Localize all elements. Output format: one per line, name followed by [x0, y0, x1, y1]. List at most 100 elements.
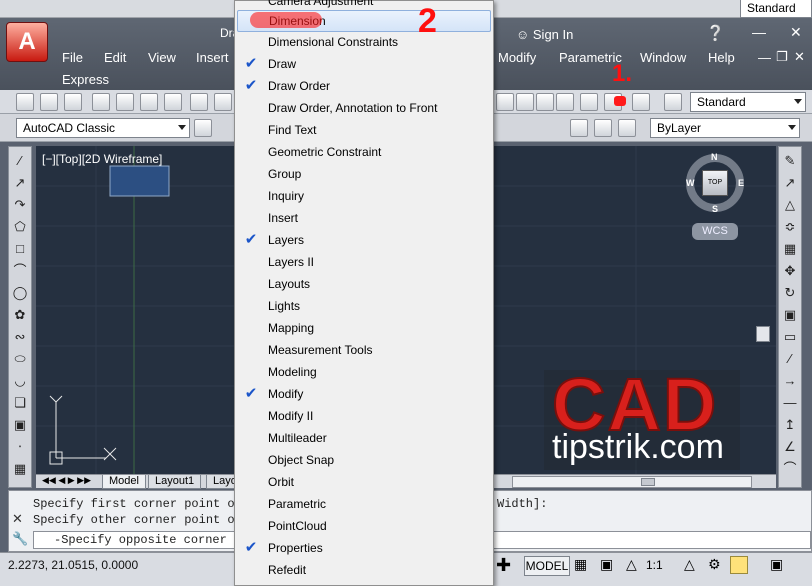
- menu-item-modeling[interactable]: Modeling: [235, 362, 493, 384]
- quick-layout-icon[interactable]: ▣: [600, 556, 613, 573]
- menu-item-multileader[interactable]: Multileader: [235, 428, 493, 450]
- coordinate-readout[interactable]: 2.2273, 21.0515, 0.0000: [8, 558, 138, 572]
- stretch-icon[interactable]: ▭: [782, 329, 798, 345]
- menu-insert[interactable]: Insert: [196, 50, 229, 65]
- close-icon[interactable]: ✕: [790, 24, 802, 41]
- menu-view[interactable]: View: [148, 50, 176, 65]
- copy-object-icon[interactable]: ↗: [782, 175, 798, 191]
- make-block-icon[interactable]: ▣: [12, 417, 28, 433]
- polygon-icon[interactable]: ⬠: [12, 219, 28, 235]
- construction-line-icon[interactable]: ↗: [12, 175, 28, 191]
- menu-item-layers-ii[interactable]: Layers II: [235, 252, 493, 274]
- annotation-scale-value[interactable]: 1:1: [646, 558, 663, 572]
- join-icon[interactable]: ↥: [782, 417, 798, 433]
- top-style-combo[interactable]: Standard: [740, 0, 812, 18]
- menu-item-mapping[interactable]: Mapping: [235, 318, 493, 340]
- sign-in-link[interactable]: ☺ Sign In: [516, 27, 573, 42]
- cut-icon[interactable]: [190, 93, 208, 111]
- insert-block-icon[interactable]: ❏: [12, 395, 28, 411]
- menu-item-find-text[interactable]: Find Text: [235, 120, 493, 142]
- help-icon[interactable]: ❔: [706, 24, 725, 42]
- extend-icon[interactable]: →: [782, 373, 798, 389]
- model-space-toggle[interactable]: MODEL: [524, 556, 570, 576]
- annotation-scale-icon[interactable]: △: [626, 556, 637, 573]
- annotation-visibility-icon[interactable]: △: [684, 556, 695, 573]
- application-menu-button[interactable]: A: [6, 22, 48, 62]
- horizontal-scrollbar[interactable]: [512, 476, 752, 488]
- erase-icon[interactable]: ✎: [782, 153, 798, 169]
- add-icon[interactable]: ✚: [496, 555, 511, 576]
- menu-item-measurement-tools[interactable]: Measurement Tools: [235, 340, 493, 362]
- tab-nav-icon[interactable]: ◀◀ ◀ ▶ ▶▶: [42, 475, 91, 486]
- minimize-icon[interactable]: —: [752, 24, 766, 40]
- menu-item-geometric-constraint[interactable]: Geometric Constraint: [235, 142, 493, 164]
- lightbulb-icon[interactable]: [730, 556, 748, 574]
- menu-express[interactable]: Express: [62, 72, 109, 87]
- vertical-scroll-thumb[interactable]: [756, 326, 770, 342]
- trim-icon[interactable]: ∕: [782, 351, 798, 367]
- toolbar-icon-a[interactable]: [496, 93, 514, 111]
- line-icon[interactable]: ∕: [12, 153, 28, 169]
- preview-icon[interactable]: [116, 93, 134, 111]
- menu-modify[interactable]: Modify: [498, 50, 536, 65]
- print-icon[interactable]: [92, 93, 110, 111]
- break-icon[interactable]: —: [782, 395, 798, 411]
- tab-layout1[interactable]: Layout1: [148, 475, 202, 489]
- rotate-icon[interactable]: ↻: [782, 285, 798, 301]
- doc-restore-icon[interactable]: ❐: [776, 49, 788, 65]
- viewcube-top-face[interactable]: TOP: [702, 170, 728, 196]
- ellipse-arc-icon[interactable]: ◡: [12, 373, 28, 389]
- rectangle-icon[interactable]: □: [12, 241, 28, 257]
- help-toolbar-icon[interactable]: [632, 93, 650, 111]
- open-icon[interactable]: [40, 93, 58, 111]
- toolbar-icon-d[interactable]: [556, 93, 574, 111]
- menu-item-object-snap[interactable]: Object Snap: [235, 450, 493, 472]
- menu-item-lights[interactable]: Lights: [235, 296, 493, 318]
- workspace-settings-icon[interactable]: [194, 119, 212, 137]
- viewport-label[interactable]: [−][Top][2D Wireframe]: [42, 152, 162, 166]
- hatch-icon[interactable]: ▦: [12, 461, 28, 477]
- mirror-icon[interactable]: △: [782, 197, 798, 213]
- menu-file[interactable]: File: [62, 50, 83, 65]
- layer-icon-b[interactable]: [594, 119, 612, 137]
- doc-minimize-icon[interactable]: —: [758, 50, 771, 65]
- scroll-thumb[interactable]: [641, 478, 655, 486]
- menu-edit[interactable]: Edit: [104, 50, 126, 65]
- menu-item-layouts[interactable]: Layouts: [235, 274, 493, 296]
- quick-view-icon[interactable]: ▦: [574, 556, 587, 573]
- tab-model[interactable]: Model: [102, 475, 146, 489]
- wrench-icon[interactable]: 🔧: [12, 531, 28, 547]
- menu-item-group[interactable]: Group: [235, 164, 493, 186]
- fillet-icon[interactable]: ⌒: [782, 461, 798, 477]
- color-combo[interactable]: ByLayer: [650, 118, 800, 138]
- menu-item-parametric[interactable]: Parametric: [235, 494, 493, 516]
- menu-item-modify[interactable]: ✔ Modify: [235, 384, 493, 406]
- menu-item-insert[interactable]: Insert: [235, 208, 493, 230]
- circle-icon[interactable]: ◯: [12, 285, 28, 301]
- text-style-combo[interactable]: Standard: [690, 92, 806, 112]
- menu-item-dimensional-constraints[interactable]: Dimensional Constraints: [235, 32, 493, 54]
- wcs-menu[interactable]: WCS: [692, 223, 738, 240]
- point-icon[interactable]: ⋅: [12, 439, 28, 455]
- toolbar-icon-e[interactable]: [580, 93, 598, 111]
- toolbar-icon-c[interactable]: [536, 93, 554, 111]
- menu-item-orbit[interactable]: Orbit: [235, 472, 493, 494]
- menu-item-pointcloud[interactable]: PointCloud: [235, 516, 493, 538]
- layer-icon-a[interactable]: [570, 119, 588, 137]
- menu-item-draw-order-annotation-to-front[interactable]: Draw Order, Annotation to Front: [235, 98, 493, 120]
- doc-close-icon[interactable]: ✕: [794, 49, 805, 65]
- save-icon[interactable]: [64, 93, 82, 111]
- spline-icon[interactable]: ∾: [12, 329, 28, 345]
- close-command-icon[interactable]: ✕: [12, 511, 23, 527]
- clean-screen-icon[interactable]: ▣: [770, 556, 783, 573]
- menu-item-draw[interactable]: ✔ Draw: [235, 54, 493, 76]
- menu-item-inquiry[interactable]: Inquiry: [235, 186, 493, 208]
- menu-item-refedit[interactable]: Refedit: [235, 560, 493, 582]
- layer-icon-c[interactable]: [618, 119, 636, 137]
- array-icon[interactable]: ▦: [782, 241, 798, 257]
- workspace-combo[interactable]: AutoCAD Classic: [16, 118, 190, 138]
- menu-item-modify-ii[interactable]: Modify II: [235, 406, 493, 428]
- menu-item-layers[interactable]: ✔ Layers: [235, 230, 493, 252]
- ellipse-icon[interactable]: ⬭: [12, 351, 28, 367]
- menu-window[interactable]: Window: [640, 50, 686, 65]
